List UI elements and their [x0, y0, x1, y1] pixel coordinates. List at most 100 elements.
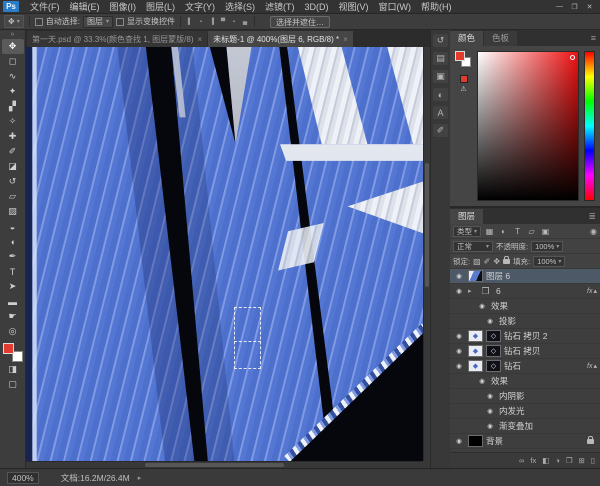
tab-layers[interactable]: 图层	[450, 209, 484, 224]
layer-mask-thumbnail[interactable]: ◇	[486, 345, 501, 357]
visibility-eye-icon[interactable]: ◉	[476, 302, 488, 310]
hue-slider[interactable]	[584, 51, 595, 201]
tool-blur[interactable]: ◒	[2, 219, 24, 234]
adjustments-panel-icon[interactable]: ◐	[433, 88, 448, 101]
tool-healing-brush[interactable]: ✚	[2, 129, 24, 144]
horizontal-scrollbar-thumb[interactable]	[145, 463, 285, 467]
filter-toggle-icon[interactable]: ◉	[590, 227, 597, 236]
menu-3d[interactable]: 3D(D)	[300, 2, 334, 12]
tool-pen[interactable]: ✒	[2, 249, 24, 264]
menu-layer[interactable]: 图层(L)	[141, 0, 180, 13]
new-adjustment-layer-icon[interactable]: ◑	[555, 456, 560, 465]
tool-shape[interactable]: ▬	[2, 294, 24, 309]
layer-thumbnail[interactable]	[468, 435, 483, 447]
tool-eraser[interactable]: ▱	[2, 189, 24, 204]
blend-mode-dropdown[interactable]: 正常 ▾	[453, 240, 493, 252]
effect-row-inner-glow[interactable]: ◉ 内发光	[450, 404, 600, 419]
visibility-eye-icon[interactable]: ◉	[484, 422, 496, 430]
layer-row-background[interactable]: ◉ 背景	[450, 434, 600, 449]
panel-menu-icon[interactable]: ≡	[587, 33, 600, 43]
tool-quick-selection[interactable]: ✦	[2, 84, 24, 99]
status-options-arrow-icon[interactable]: ▸	[138, 474, 142, 482]
visibility-eye-icon[interactable]: ◉	[476, 377, 488, 385]
align-middle-icon[interactable]: ▪	[230, 19, 238, 25]
tool-gradient[interactable]: ▨	[2, 204, 24, 219]
character-panel-icon[interactable]: A	[433, 106, 448, 119]
add-layer-mask-icon[interactable]: ◧	[542, 456, 549, 465]
align-center-horizontal-icon[interactable]: ▪	[197, 19, 205, 25]
menu-file[interactable]: 文件(F)	[25, 0, 65, 13]
layer-row-layer-6[interactable]: ◉ 图层 6	[450, 269, 600, 284]
visibility-eye-icon[interactable]: ◉	[484, 392, 496, 400]
screen-mode-icon[interactable]: ▢	[2, 377, 24, 392]
delete-layer-icon[interactable]: ▯	[591, 456, 595, 465]
effect-row-gradient-overlay[interactable]: ◉ 渐变叠加	[450, 419, 600, 434]
paragraph-panel-icon[interactable]: ✐	[433, 124, 448, 137]
tool-lasso[interactable]: ∿	[2, 69, 24, 84]
link-layers-icon[interactable]: ∞	[519, 456, 524, 465]
new-layer-icon[interactable]: ⊞	[579, 456, 585, 465]
expand-group-icon[interactable]: ▸	[468, 287, 475, 295]
tab-swatches[interactable]: 色板	[484, 31, 518, 46]
lock-pixels-icon[interactable]: ✐	[484, 257, 491, 266]
current-tool-preset[interactable]: ✥ ▾	[4, 15, 24, 28]
menu-select[interactable]: 选择(S)	[220, 0, 260, 13]
visibility-eye-icon[interactable]: ◉	[453, 437, 465, 445]
align-left-icon[interactable]: ▌	[186, 19, 194, 25]
document-tab-2[interactable]: 未标题-1 @ 400%(图层 6, RGB/8) * ×	[208, 31, 353, 47]
tool-path-selection[interactable]: ➤	[2, 279, 24, 294]
show-transform-checkbox[interactable]	[115, 17, 124, 26]
lock-position-icon[interactable]: ✥	[493, 257, 500, 266]
filter-adjustment-layers-icon[interactable]: ◐	[498, 227, 509, 236]
selection-marquee[interactable]	[234, 306, 262, 370]
layer-row-diamond[interactable]: ◉ ◆ ◇ 钻石 fx ▴	[450, 359, 600, 374]
saturation-brightness-field[interactable]	[477, 51, 579, 201]
toolbar-collapse-icon[interactable]: »	[11, 31, 15, 39]
add-layer-style-icon[interactable]: fx	[530, 456, 536, 465]
align-bottom-icon[interactable]: ▄	[241, 19, 249, 25]
filter-shape-layers-icon[interactable]: ▱	[526, 227, 537, 236]
menu-view[interactable]: 视图(V)	[334, 0, 374, 13]
menu-help[interactable]: 帮助(H)	[416, 0, 457, 13]
menu-type[interactable]: 文字(Y)	[180, 0, 220, 13]
tool-dodge[interactable]: ◖	[2, 234, 24, 249]
layer-filter-kind-dropdown[interactable]: 类型 ▾	[453, 225, 482, 237]
document-tab-1[interactable]: 第一天.psd @ 33.3%(颜色查找 1, 图层蒙版/8) ×	[27, 31, 208, 47]
visibility-eye-icon[interactable]: ◉	[453, 287, 465, 295]
canvas[interactable]	[26, 47, 423, 461]
align-right-icon[interactable]: ▐	[208, 19, 216, 25]
close-button[interactable]: ✕	[582, 3, 597, 11]
effects-row[interactable]: ◉ 效果	[450, 299, 600, 314]
layer-fx-badge[interactable]: fx ▴	[587, 362, 597, 371]
zoom-level[interactable]: 400%	[7, 471, 39, 484]
tool-brush[interactable]: ✐	[2, 144, 24, 159]
layer-thumbnail[interactable]: ◆	[468, 330, 483, 342]
close-tab-icon[interactable]: ×	[198, 35, 203, 44]
quick-mask-mode-icon[interactable]: ◨	[2, 362, 24, 377]
visibility-eye-icon[interactable]: ◉	[453, 362, 465, 370]
layer-row-diamond-copy-2[interactable]: ◉ ◆ ◇ 钻石 拷贝 2	[450, 329, 600, 344]
tool-type[interactable]: T	[2, 264, 24, 279]
menu-window[interactable]: 窗口(W)	[374, 0, 417, 13]
tool-zoom[interactable]: ◎	[2, 324, 24, 339]
layer-thumbnail[interactable]: ◆	[468, 345, 483, 357]
layer-fx-badge[interactable]: fx ▴	[587, 287, 597, 296]
properties-panel-icon[interactable]: ▤	[433, 52, 448, 65]
collapse-effects-icon[interactable]: ▴	[593, 362, 597, 370]
tab-color[interactable]: 颜色	[450, 31, 484, 46]
restore-button[interactable]: ❐	[567, 3, 582, 11]
visibility-eye-icon[interactable]: ◉	[484, 407, 496, 415]
tool-history-brush[interactable]: ↺	[2, 174, 24, 189]
layer-mask-thumbnail[interactable]: ◇	[486, 360, 501, 372]
lock-all-icon[interactable]	[503, 255, 511, 264]
visibility-eye-icon[interactable]: ◉	[484, 317, 496, 325]
layer-row-group-6[interactable]: ◉ ▸ ❐ 6 fx ▴	[450, 284, 600, 299]
tool-clone-stamp[interactable]: ◪	[2, 159, 24, 174]
visibility-eye-icon[interactable]: ◉	[453, 347, 465, 355]
effect-row-inner-shadow[interactable]: ◉ 内阴影	[450, 389, 600, 404]
vertical-scrollbar[interactable]	[423, 47, 430, 461]
layer-row-diamond-copy[interactable]: ◉ ◆ ◇ 钻石 拷贝	[450, 344, 600, 359]
horizontal-scrollbar[interactable]	[26, 461, 423, 468]
tool-crop[interactable]: ▞	[2, 99, 24, 114]
effect-row-drop-shadow[interactable]: ◉ 投影	[450, 314, 600, 329]
